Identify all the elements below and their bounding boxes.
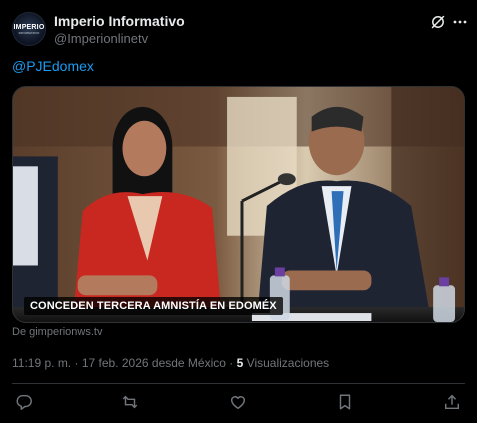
tweet-image[interactable]: CONCEDEN TERCERA AMNISTÍA EN EDOMÉX [12,86,465,323]
more-icon[interactable] [452,14,468,30]
views-count: 5 [236,356,244,370]
action-bar [0,392,477,414]
reply-icon[interactable] [14,392,34,412]
account-name[interactable]: Imperio Informativo [54,13,185,29]
retweet-icon[interactable] [120,392,140,412]
tweet-header: IMPERIO INFORMATIVO Imperio Informativo … [12,12,468,48]
tweet-time[interactable]: 11:19 p. m. [12,356,71,370]
separator: · [229,356,234,370]
mention-link[interactable]: @PJEdomex [12,58,94,74]
views-label: Visualizaciones [246,356,330,370]
grok-icon[interactable] [430,14,446,30]
divider [12,383,465,384]
avatar-logo: IMPERIO INFORMATIVO [13,23,45,35]
account-handle[interactable]: @Imperionlinetv [54,31,148,46]
tweet-date: 17 feb. 2026 desde México [81,356,226,370]
avatar[interactable]: IMPERIO INFORMATIVO [12,12,46,46]
photo-illustration [13,87,464,322]
image-caption: CONCEDEN TERCERA AMNISTÍA EN EDOMÉX [24,297,283,315]
separator: · [74,356,79,370]
share-icon[interactable] [442,392,462,412]
heart-icon[interactable] [228,392,248,412]
link-source[interactable]: De gimperionws.tv [12,326,102,338]
bookmark-icon[interactable] [335,392,355,412]
tweet-metadata: 11:19 p. m. · 17 feb. 2026 desde México … [12,356,329,370]
